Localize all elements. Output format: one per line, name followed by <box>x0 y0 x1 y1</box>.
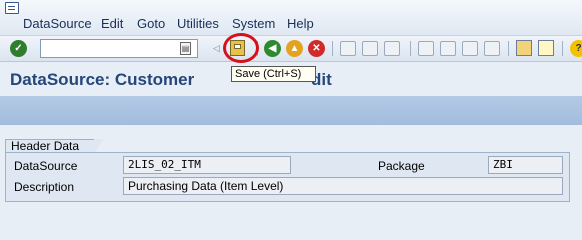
datasource-label: DataSource <box>14 159 78 173</box>
package-label: Package <box>378 159 425 173</box>
first-page-icon[interactable] <box>418 41 434 56</box>
menu-edit[interactable]: Edit <box>101 16 123 31</box>
package-field[interactable]: ZBI <box>488 156 563 174</box>
shortcut-icon[interactable] <box>538 40 554 56</box>
menu-system[interactable]: System <box>232 16 275 31</box>
description-field[interactable]: Purchasing Data (Item Level) <box>123 177 563 195</box>
menu-datasource[interactable]: DataSource <box>23 16 92 31</box>
menu-help[interactable]: Help <box>287 16 314 31</box>
system-menu-icon[interactable] <box>5 2 19 14</box>
enter-icon[interactable]: ✓ <box>10 40 27 57</box>
menu-bar: DataSource Edit Goto Utilities System He… <box>0 0 582 36</box>
find-next-icon[interactable] <box>384 41 400 56</box>
menu-utilities[interactable]: Utilities <box>177 16 219 31</box>
application-toolbar <box>0 96 582 125</box>
next-page-icon[interactable] <box>462 41 478 56</box>
cancel-icon[interactable]: ✕ <box>308 40 325 57</box>
command-field[interactable] <box>40 39 198 58</box>
back-icon[interactable]: ◀ <box>264 40 281 57</box>
help-icon[interactable]: ? <box>570 40 582 57</box>
header-data-group: DataSource 2LIS_02_ITM Package ZBI Descr… <box>5 152 570 202</box>
save-tooltip: Save (Ctrl+S) <box>231 66 316 82</box>
page-title: DataSource: Customer <box>10 70 195 89</box>
create-session-icon[interactable] <box>516 40 532 56</box>
menu-goto[interactable]: Goto <box>137 16 165 31</box>
previous-page-icon[interactable] <box>440 41 456 56</box>
datasource-field[interactable]: 2LIS_02_ITM <box>123 156 291 174</box>
exit-icon[interactable]: ▲ <box>286 40 303 57</box>
save-highlight-circle <box>223 33 259 63</box>
standard-toolbar: ✓ ▤ ◁ ◀ ▲ ✕ ? <box>0 36 582 62</box>
print-icon[interactable] <box>340 41 356 56</box>
last-page-icon[interactable] <box>484 41 500 56</box>
command-dropdown-icon[interactable]: ▤ <box>180 42 191 55</box>
description-label: Description <box>14 180 75 194</box>
find-icon[interactable] <box>362 41 378 56</box>
